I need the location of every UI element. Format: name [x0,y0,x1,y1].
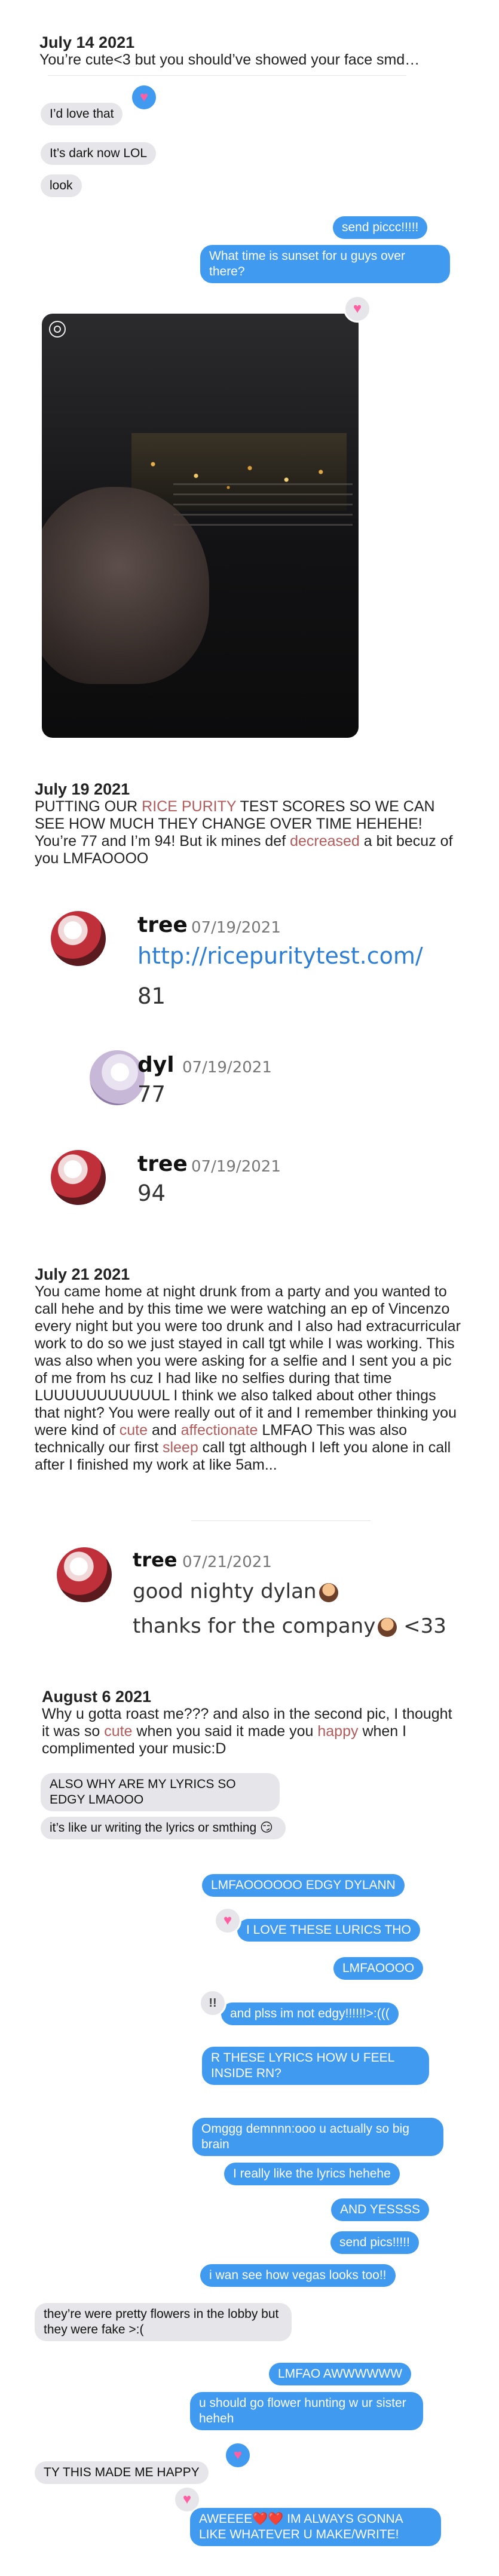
message-bubble-outgoing[interactable]: I really like the lyrics hehehe [224,2163,400,2185]
message-bubble-outgoing[interactable]: Omggg demnnn:ooo u actually so big brain [192,2118,443,2156]
avatar[interactable] [90,1050,145,1105]
exclaim-reaction-icon[interactable]: !! [199,1989,226,2017]
message-bubble-outgoing[interactable]: u should go flower hunting w ur sister h… [190,2392,423,2430]
caption-text: and [148,1422,181,1439]
message-bubble-outgoing[interactable]: I LOVE THESE LURICS THO [237,1919,420,1942]
author-name[interactable]: tree [133,1548,177,1571]
message-text: thanks for the company <33 [133,1614,446,1638]
section-caption: You came home at night drunk from a part… [35,1283,465,1474]
message-bubble-outgoing[interactable]: R THESE LYRICS HOW U FEEL INSIDE RN? [202,2047,429,2085]
message-text: 81 [137,983,166,1009]
heart-icon: ♥ [139,89,149,105]
hand-silhouette [42,487,209,684]
section-date: July 19 2021 [35,780,130,798]
section-date: August 6 2021 [42,1688,152,1706]
section-caption: You’re cute<3 but you should’ve showed y… [39,51,420,68]
message-text: 77 [137,1081,166,1107]
message-bubble-incoming[interactable]: they’re were pretty flowers in the lobby… [35,2303,292,2341]
message-timestamp: 07/19/2021 [191,919,281,937]
caption-text: You came home at night drunk from a part… [35,1283,461,1439]
message-text-content: good nighty dylan [133,1580,317,1603]
message-bubble-outgoing[interactable]: send piccc!!!!! [333,216,428,239]
message-timestamp: 07/19/2021 [191,1158,281,1176]
heart-icon: ♥ [233,2447,243,2463]
message-bubble-incoming[interactable]: ALSO WHY ARE MY LYRICS SO EDGY LMAOOO [41,1773,280,1811]
highlight-text: sleep [162,1439,198,1456]
message-bubble-incoming[interactable]: It’s dark now LOL [41,142,157,165]
section-caption: PUTTING OUR RICE PURITY TEST SCORES SO W… [35,798,453,867]
exclaim-icon: !! [209,1996,217,2010]
highlight-text: cute [119,1422,148,1439]
avatar[interactable] [57,1547,112,1602]
message-text: good nighty dylan [133,1580,338,1603]
caption-text: PUTTING OUR [35,798,142,815]
message-bubble-outgoing[interactable]: LMFAO AWWWWWW [269,2363,412,2385]
heart-icon: ♥ [182,2491,192,2507]
author-name[interactable]: tree [137,1152,188,1176]
message-text-suffix: <33 [397,1614,446,1638]
caption-text: when you said it made you [132,1723,318,1740]
section-caption: Why u gotta roast me??? and also in the … [42,1706,460,1758]
author-name[interactable]: tree [137,913,188,937]
heart-reaction-icon[interactable]: ♥ [224,2442,252,2469]
highlight-text: affectionate [180,1422,258,1439]
author-name[interactable]: dyl [137,1053,175,1077]
message-bubble-incoming[interactable]: I’d love that [41,103,123,125]
message-bubble-outgoing[interactable]: i wan see how vegas looks too!! [200,2264,396,2287]
message-bubble-outgoing[interactable]: What time is sunset for u guys over ther… [200,245,450,283]
message-bubble-incoming[interactable]: TY THIS MADE ME HAPPY [35,2461,209,2484]
heart-icon: ♥ [353,300,362,317]
message-bubble-outgoing[interactable]: AND YESSSS [331,2198,429,2221]
message-text-content: thanks for the company [133,1614,376,1638]
section-date: July 21 2021 [35,1265,130,1283]
message-bubble-outgoing[interactable]: LMFAOOOOOO EDGY DYLANN [202,1874,405,1897]
highlight-text: RICE PURITY [142,798,237,815]
message-timestamp: 07/19/2021 [182,1059,272,1077]
message-bubble-outgoing[interactable]: and plss im not edgy!!!!!!>:((( [221,2002,399,2025]
highlight-text: decreased [290,833,360,850]
message-link[interactable]: http://ricepuritytest.com/ [137,943,423,969]
highlight-text: happy [317,1723,359,1740]
message-timestamp: 07/21/2021 [182,1553,272,1571]
avatar[interactable] [51,911,106,966]
message-bubble-outgoing[interactable]: AWEEEE❤️❤️ IM ALWAYS GONNA LIKE WHATEVER… [190,2508,441,2546]
divider [48,75,406,76]
message-bubble-incoming[interactable]: it’s like ur writing the lyrics or smthi… [41,1817,286,1839]
message-bubble-outgoing[interactable]: LMFAOOOO [333,1957,424,1980]
emoji-icon [378,1617,397,1637]
live-photo-icon[interactable] [49,321,66,338]
section-date: July 14 2021 [39,33,135,51]
message-bubble-incoming[interactable]: look [41,174,82,197]
divider [191,1520,371,1521]
emoji-icon [319,1583,338,1602]
heart-reaction-icon[interactable]: ♥ [130,84,158,111]
night-photo[interactable] [42,314,359,738]
heart-reaction-icon[interactable]: ♥ [214,1907,241,1934]
message-text: 94 [137,1180,166,1206]
railing [173,475,353,529]
highlight-text: cute [104,1723,133,1740]
avatar[interactable] [51,1150,106,1205]
heart-reaction-icon[interactable]: ♥ [344,295,371,323]
message-bubble-outgoing[interactable]: send pics!!!!! [330,2231,419,2254]
heart-icon: ♥ [223,1912,232,1928]
